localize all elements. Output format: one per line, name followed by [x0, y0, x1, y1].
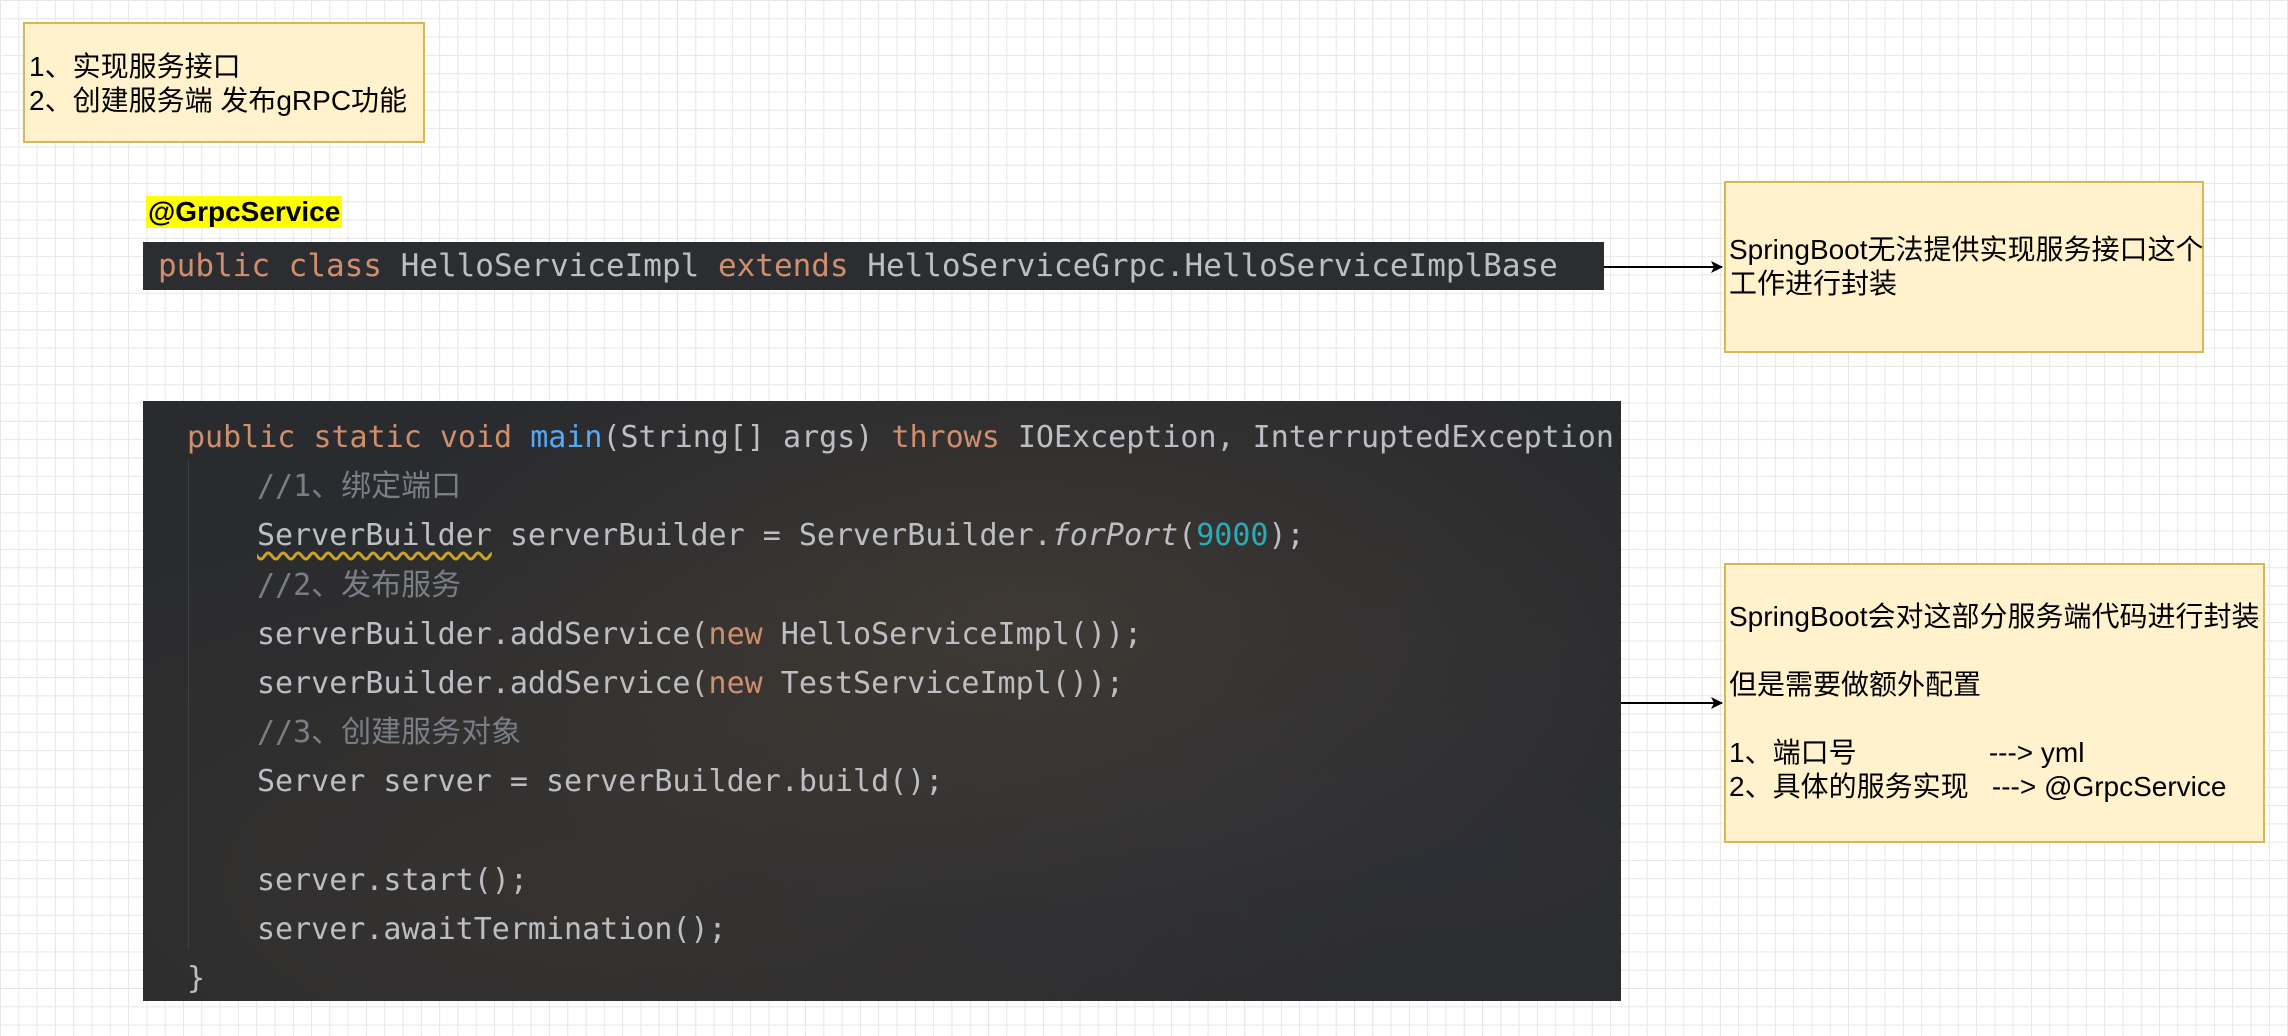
connector-layer [1604, 261, 1723, 709]
